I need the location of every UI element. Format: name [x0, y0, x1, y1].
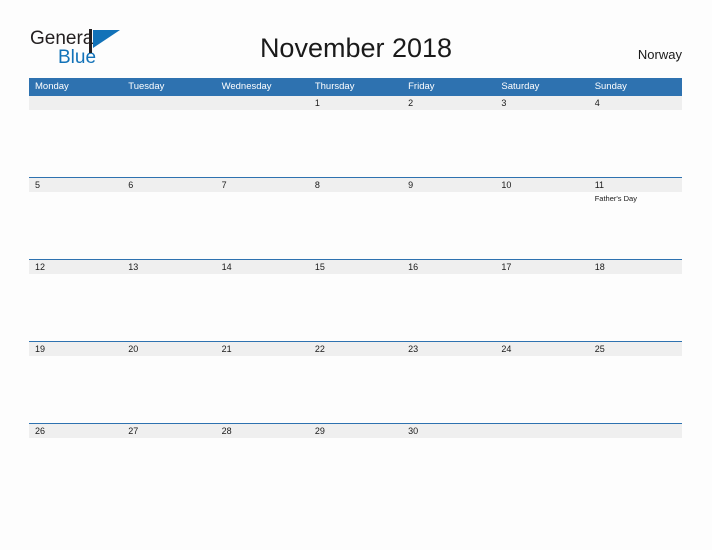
day-event [495, 356, 588, 358]
day-event [309, 110, 402, 112]
day-event [402, 438, 495, 440]
day-number[interactable]: 25 [589, 342, 682, 356]
day-event [122, 438, 215, 440]
week-date-band: 26 27 28 29 30 [29, 424, 682, 438]
week-event-band [29, 110, 682, 112]
day-event [122, 274, 215, 276]
day-event [495, 192, 588, 204]
day-event [402, 356, 495, 358]
day-event [495, 110, 588, 112]
day-number[interactable] [122, 96, 215, 110]
day-number[interactable] [29, 96, 122, 110]
day-number[interactable]: 24 [495, 342, 588, 356]
week-row: 5 6 7 8 9 10 11 Father's Day [29, 177, 682, 259]
day-number[interactable]: 29 [309, 424, 402, 438]
day-event [122, 356, 215, 358]
day-number[interactable]: 16 [402, 260, 495, 274]
day-event [216, 438, 309, 440]
day-number[interactable]: 19 [29, 342, 122, 356]
day-event [29, 438, 122, 440]
day-number[interactable]: 8 [309, 178, 402, 192]
day-number[interactable]: 7 [216, 178, 309, 192]
week-event-band [29, 274, 682, 276]
day-number[interactable]: 6 [122, 178, 215, 192]
day-event-fathers-day: Father's Day [594, 194, 637, 203]
day-number[interactable]: 14 [216, 260, 309, 274]
day-event [309, 438, 402, 440]
week-date-band: 1 2 3 4 [29, 96, 682, 110]
day-event [309, 274, 402, 276]
week-row: 12 13 14 15 16 17 18 [29, 259, 682, 341]
country-label: Norway [637, 47, 682, 62]
day-number[interactable]: 3 [495, 96, 588, 110]
day-event [495, 274, 588, 276]
page-header: General Blue November 2018 Norway [0, 0, 712, 76]
day-event [216, 356, 309, 358]
weekday-header-wednesday: Wednesday [221, 81, 272, 92]
day-number[interactable]: 1 [309, 96, 402, 110]
day-number[interactable]: 4 [589, 96, 682, 110]
day-number[interactable]: 20 [122, 342, 215, 356]
weekday-header-thursday: Thursday [314, 81, 355, 92]
day-event [589, 110, 682, 112]
day-number[interactable] [589, 424, 682, 438]
week-date-band: 12 13 14 15 16 17 18 [29, 260, 682, 274]
day-number[interactable] [495, 424, 588, 438]
day-event [216, 274, 309, 276]
day-event [29, 110, 122, 112]
day-number[interactable] [216, 96, 309, 110]
day-event [589, 356, 682, 358]
day-number[interactable]: 12 [29, 260, 122, 274]
day-event [29, 274, 122, 276]
day-number[interactable]: 17 [495, 260, 588, 274]
day-number[interactable]: 13 [122, 260, 215, 274]
week-row: 19 20 21 22 23 24 25 [29, 341, 682, 423]
day-number[interactable]: 26 [29, 424, 122, 438]
week-row: 1 2 3 4 [29, 96, 682, 177]
day-number[interactable]: 30 [402, 424, 495, 438]
day-number[interactable]: 9 [402, 178, 495, 192]
week-date-band: 5 6 7 8 9 10 11 [29, 178, 682, 192]
day-event [216, 192, 309, 204]
day-number[interactable]: 2 [402, 96, 495, 110]
day-event [122, 110, 215, 112]
day-number[interactable]: 11 [589, 178, 682, 192]
day-event [309, 192, 402, 204]
week-row: 26 27 28 29 30 [29, 423, 682, 505]
day-event [589, 438, 682, 440]
calendar-page: General Blue November 2018 Norway Monday… [0, 0, 712, 550]
week-event-band [29, 356, 682, 358]
day-event [402, 192, 495, 204]
calendar-grid: Monday Tuesday Wednesday Thursday Friday… [29, 78, 682, 505]
day-number[interactable]: 22 [309, 342, 402, 356]
weekday-header-tuesday: Tuesday [128, 81, 165, 92]
day-event [589, 274, 682, 276]
day-number[interactable]: 21 [216, 342, 309, 356]
weekday-header-row: Monday Tuesday Wednesday Thursday Friday… [29, 78, 682, 96]
weekday-header-friday: Friday [408, 81, 435, 92]
day-number[interactable]: 10 [495, 178, 588, 192]
page-title: November 2018 [259, 33, 453, 63]
day-number[interactable]: 5 [29, 178, 122, 192]
day-number[interactable]: 27 [122, 424, 215, 438]
day-event [29, 356, 122, 358]
weekday-header-monday: Monday [35, 81, 69, 92]
day-event [122, 192, 215, 204]
day-event [402, 274, 495, 276]
week-event-band [29, 438, 682, 440]
week-event-band: Father's Day [29, 192, 682, 204]
weekday-header-saturday: Saturday [501, 81, 540, 92]
day-event [309, 356, 402, 358]
week-date-band: 19 20 21 22 23 24 25 [29, 342, 682, 356]
day-number[interactable]: 15 [309, 260, 402, 274]
day-number[interactable]: 23 [402, 342, 495, 356]
weekday-header-sunday: Sunday [594, 81, 627, 92]
day-number[interactable]: 28 [216, 424, 309, 438]
day-number[interactable]: 18 [589, 260, 682, 274]
day-event [216, 110, 309, 112]
day-event [402, 110, 495, 112]
day-event [495, 438, 588, 440]
day-event [29, 192, 122, 204]
